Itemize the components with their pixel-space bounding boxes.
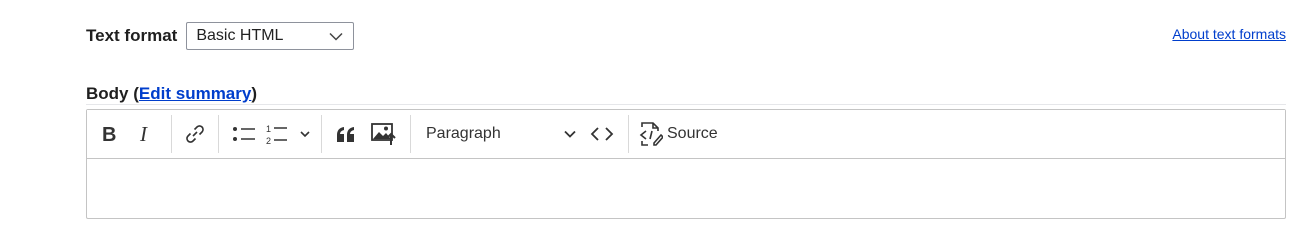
edit-summary-link[interactable]: Edit summary <box>139 84 251 103</box>
link-button[interactable] <box>178 117 212 151</box>
svg-text:1: 1 <box>266 124 271 134</box>
toolbar-separator <box>171 115 172 153</box>
rich-text-editor: B I 1 2 Paragraph Source <box>86 109 1286 219</box>
svg-text:2: 2 <box>266 136 271 146</box>
block-quote-button[interactable] <box>328 117 364 151</box>
text-format-select[interactable]: Basic HTML <box>186 22 355 50</box>
source-label: Source <box>667 125 718 142</box>
chevron-down-icon <box>564 125 576 143</box>
toolbar-separator <box>321 115 322 153</box>
toolbar-separator <box>218 115 219 153</box>
code-icon <box>590 126 614 142</box>
body-label-close-paren: ) <box>251 84 258 103</box>
editor-content-area[interactable] <box>87 159 1285 219</box>
bold-icon: B <box>101 124 119 144</box>
numbered-list-button[interactable]: 1 2 <box>263 117 315 151</box>
numbered-list-icon: 1 2 <box>265 122 313 146</box>
editor-toolbar: B I 1 2 Paragraph Source <box>87 110 1285 159</box>
heading-dropdown-value: Paragraph <box>426 125 501 142</box>
about-text-formats-link[interactable]: About text formats <box>1172 26 1286 42</box>
text-format-row: Text format Basic HTML <box>86 21 355 51</box>
toolbar-separator <box>628 115 629 153</box>
quote-icon <box>335 125 357 143</box>
insert-image-button[interactable] <box>364 117 404 151</box>
link-icon <box>184 123 206 145</box>
italic-icon: I <box>137 124 153 144</box>
bold-button[interactable]: B <box>95 117 125 151</box>
italic-button[interactable]: I <box>125 117 165 151</box>
heading-dropdown[interactable]: Paragraph <box>417 117 582 151</box>
source-editing-icon <box>639 121 663 147</box>
bulleted-list-button[interactable] <box>225 117 263 151</box>
svg-text:B: B <box>102 124 116 144</box>
toolbar-separator <box>410 115 411 153</box>
source-button[interactable]: Source <box>635 117 722 151</box>
code-button[interactable] <box>582 117 622 151</box>
body-field-label: Body (Edit summary) <box>86 84 257 104</box>
text-format-label: Text format <box>86 26 178 45</box>
body-label-text: Body <box>86 84 129 103</box>
bulleted-list-icon <box>232 124 256 144</box>
image-upload-icon <box>371 122 397 146</box>
svg-text:I: I <box>139 124 148 144</box>
chevron-down-icon <box>329 32 343 41</box>
label-divider <box>86 104 1286 105</box>
text-format-selected: Basic HTML <box>196 27 284 44</box>
